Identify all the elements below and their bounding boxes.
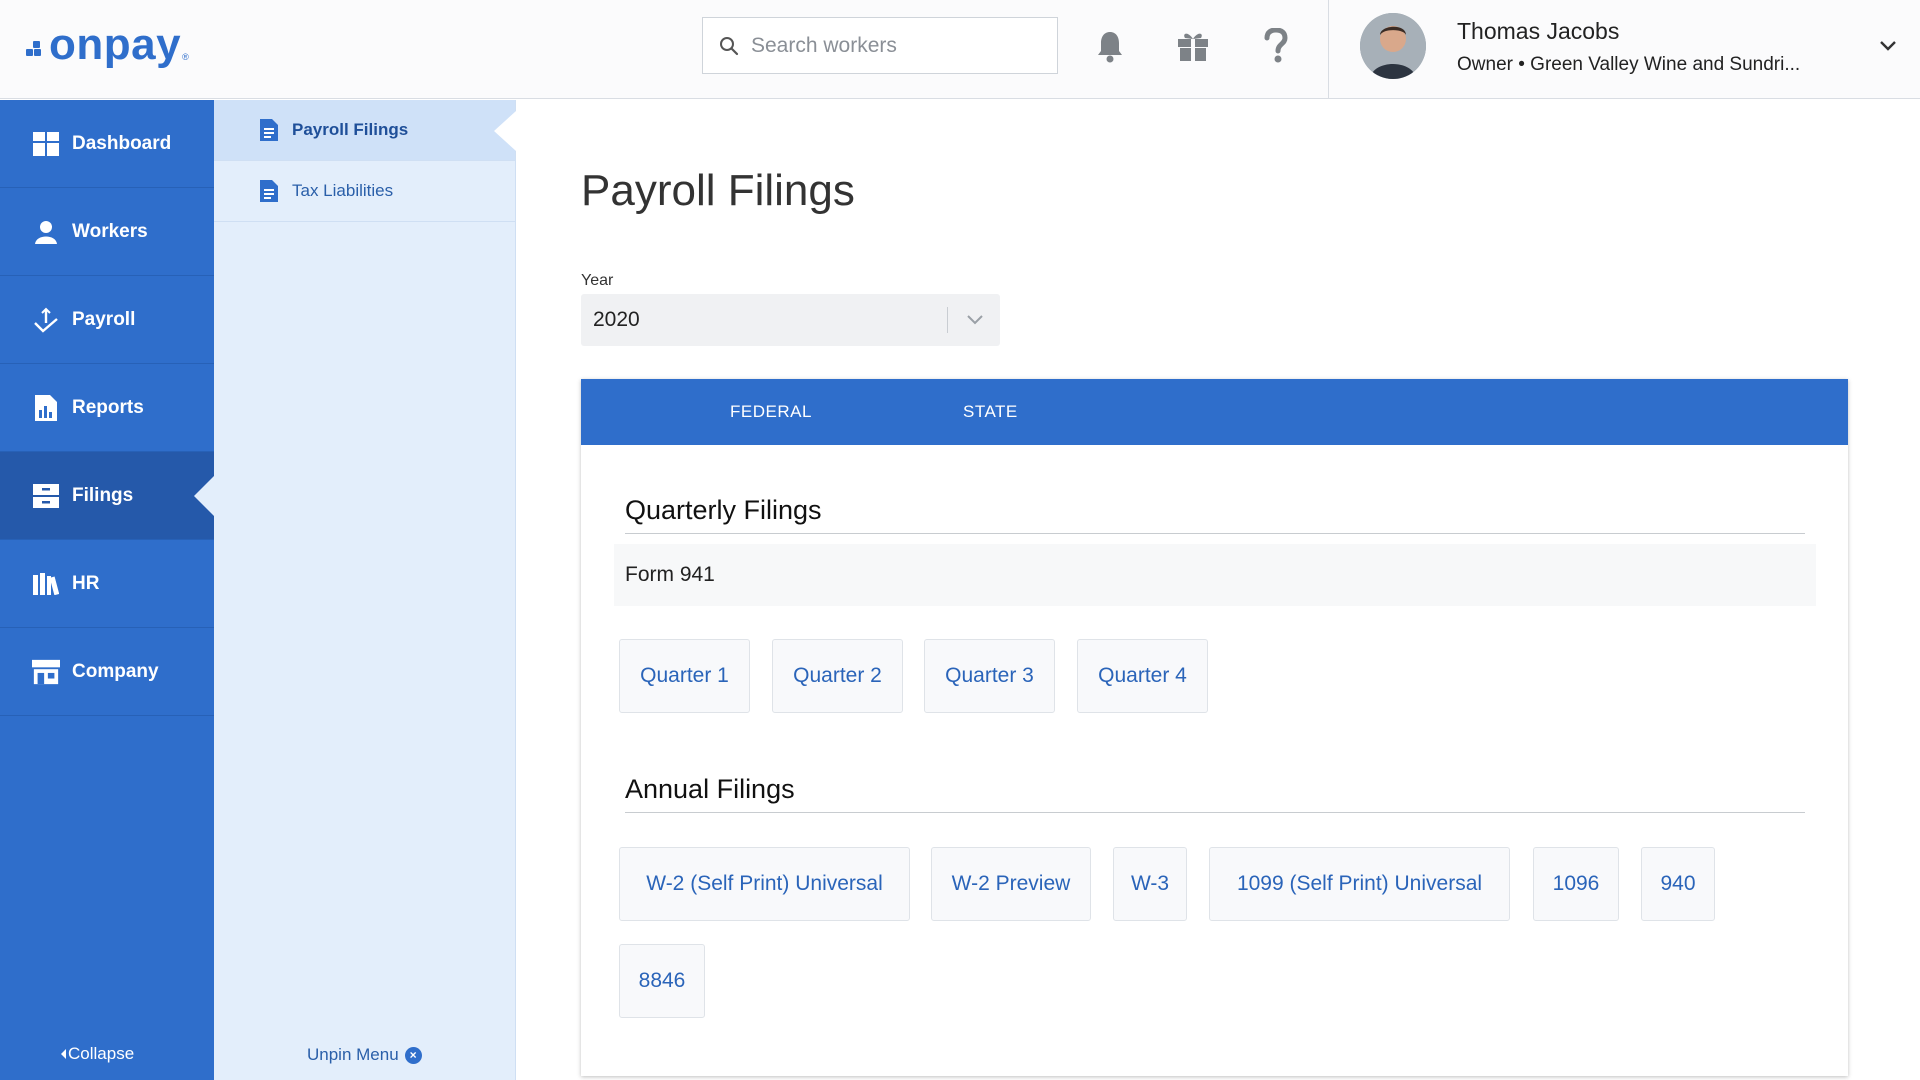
- sidebar-item-hr[interactable]: HR: [0, 540, 214, 628]
- search-input[interactable]: [751, 33, 1051, 58]
- sidebar-item-label: HR: [72, 572, 100, 594]
- 940-button[interactable]: 940: [1641, 847, 1715, 921]
- sidebar-item-label: Reports: [72, 396, 144, 418]
- subnav-item-payroll-filings[interactable]: Payroll Filings: [214, 100, 516, 161]
- quarter-1-button[interactable]: Quarter 1: [619, 639, 750, 713]
- sidebar-item-label: Payroll: [72, 308, 136, 330]
- header-divider: [1328, 0, 1329, 99]
- page-title: Payroll Filings: [581, 166, 855, 215]
- form-941-row: Form 941: [614, 544, 1816, 606]
- collapse-label: Collapse: [68, 1044, 135, 1063]
- unpin-menu-button[interactable]: Unpin Menu ×: [307, 1045, 422, 1065]
- hr-icon: [32, 570, 60, 598]
- company-icon: [32, 658, 60, 686]
- section-divider: [625, 533, 1805, 534]
- subnav-item-tax-liabilities[interactable]: Tax Liabilities: [214, 161, 515, 222]
- user-role-company: Owner • Green Valley Wine and Sundri...: [1457, 54, 1801, 75]
- workers-icon: [32, 218, 60, 246]
- sidebar-item-reports[interactable]: Reports: [0, 364, 214, 452]
- sidebar-item-label: Company: [72, 660, 159, 682]
- sidebar-item-payroll[interactable]: Payroll: [0, 276, 214, 364]
- filings-card: FEDERAL STATE Quarterly Filings Form 941…: [581, 379, 1848, 1076]
- form-941-label: Form 941: [625, 563, 715, 586]
- quarter-3-button[interactable]: Quarter 3: [924, 639, 1055, 713]
- bell-icon[interactable]: [1090, 24, 1130, 68]
- sidebar-item-label: Workers: [72, 220, 148, 242]
- top-bar: onpay ® Search workers Thomas Jacobs Own…: [0, 0, 1920, 99]
- 1096-button[interactable]: 1096: [1533, 847, 1619, 921]
- subnav-item-label: Payroll Filings: [292, 120, 409, 139]
- w3-button[interactable]: W-3: [1113, 847, 1187, 921]
- gift-icon[interactable]: [1173, 24, 1213, 68]
- payroll-icon: [32, 306, 60, 334]
- section-divider: [625, 812, 1805, 813]
- sidebar-item-company[interactable]: Company: [0, 628, 214, 716]
- sidebar-item-filings[interactable]: Filings: [0, 452, 214, 540]
- filing-tabs: FEDERAL STATE: [581, 379, 1848, 445]
- tab-federal[interactable]: FEDERAL: [730, 379, 812, 445]
- annual-filings-heading: Annual Filings: [625, 774, 795, 804]
- chevron-down-icon[interactable]: [961, 306, 989, 334]
- quarterly-filings-heading: Quarterly Filings: [625, 495, 822, 525]
- reports-icon: [32, 394, 60, 422]
- year-label: Year: [581, 272, 614, 289]
- year-select-value: 2020: [593, 308, 640, 331]
- w2-preview-button[interactable]: W-2 Preview: [931, 847, 1091, 921]
- dashboard-icon: [32, 130, 60, 158]
- onpay-logo[interactable]: onpay ®: [26, 22, 189, 68]
- sidebar-item-label: Filings: [72, 484, 134, 506]
- user-name: Thomas Jacobs: [1457, 18, 1620, 44]
- logo-dots: [26, 41, 46, 61]
- sidebar: Dashboard Workers Payroll Reports Filing…: [0, 100, 214, 1080]
- close-circle-icon: ×: [404, 1046, 422, 1064]
- chevron-down-icon[interactable]: [1874, 32, 1902, 60]
- 1099-self-print-button[interactable]: 1099 (Self Print) Universal: [1209, 847, 1510, 921]
- user-avatar[interactable]: [1360, 13, 1426, 79]
- search-icon: [720, 36, 739, 55]
- 8846-button[interactable]: 8846: [619, 944, 705, 1018]
- logo-text: onpay: [49, 20, 182, 69]
- w2-self-print-button[interactable]: W-2 (Self Print) Universal: [619, 847, 910, 921]
- collapse-button[interactable]: Collapse: [60, 1044, 134, 1064]
- sidebar-item-dashboard[interactable]: Dashboard: [0, 100, 214, 188]
- tab-state[interactable]: STATE: [963, 379, 1018, 445]
- filings-subnav: Payroll Filings Tax Liabilities Unpin Me…: [214, 100, 516, 1080]
- chevron-left-icon: [61, 1049, 66, 1059]
- year-select[interactable]: 2020: [581, 294, 1000, 346]
- sidebar-item-label: Dashboard: [72, 132, 172, 154]
- help-icon[interactable]: [1256, 24, 1296, 68]
- active-indicator: [494, 111, 516, 151]
- document-icon: [260, 119, 278, 141]
- unpin-menu-label: Unpin Menu: [307, 1045, 399, 1064]
- document-icon: [260, 180, 278, 202]
- logo-registered-mark: ®: [182, 52, 189, 62]
- sidebar-item-workers[interactable]: Workers: [0, 188, 214, 276]
- active-indicator: [194, 476, 214, 516]
- quarter-2-button[interactable]: Quarter 2: [772, 639, 903, 713]
- filings-icon: [32, 482, 60, 510]
- search-box[interactable]: [702, 17, 1058, 74]
- quarter-4-button[interactable]: Quarter 4: [1077, 639, 1208, 713]
- select-separator: [947, 307, 948, 333]
- subnav-item-label: Tax Liabilities: [292, 181, 394, 200]
